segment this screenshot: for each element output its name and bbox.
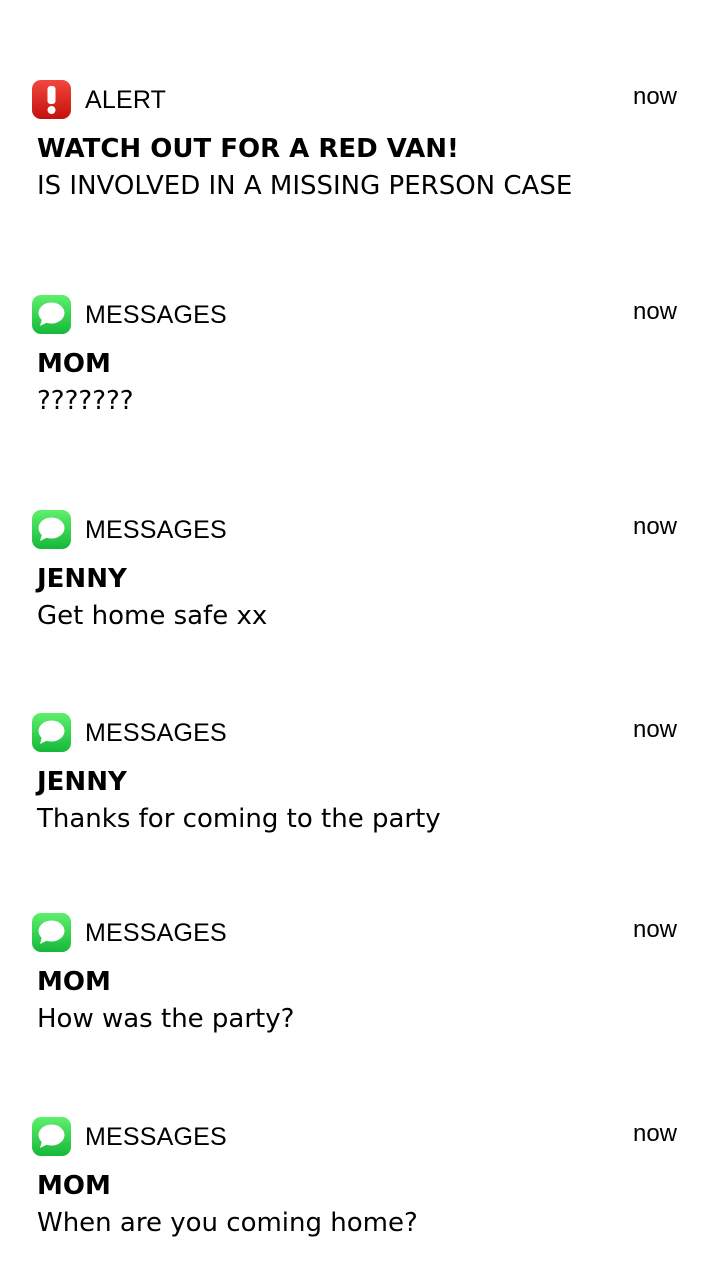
messages-icon [32, 713, 71, 752]
notification-message[interactable]: MESSAGES now JENNY Thanks for coming to … [0, 713, 720, 863]
app-name: MESSAGES [85, 516, 227, 544]
notification-title: WATCH OUT FOR A RED VAN! [37, 134, 459, 164]
timestamp: now [632, 716, 677, 743]
messages-icon [32, 913, 71, 952]
notification-alert[interactable]: ALERT now WATCH OUT FOR A RED VAN! IS IN… [0, 80, 720, 230]
notification-message[interactable]: MESSAGES now MOM How was the party? [0, 913, 720, 1063]
timestamp: now [632, 916, 677, 943]
timestamp: now [632, 298, 677, 325]
app-name: MESSAGES [85, 1123, 227, 1151]
timestamp: now [632, 1120, 677, 1147]
notification-title: MOM [37, 967, 111, 997]
messages-icon [32, 295, 71, 334]
notification-title: JENNY [37, 767, 127, 797]
alert-icon [32, 80, 71, 119]
notification-body: IS INVOLVED IN A MISSING PERSON CASE [37, 171, 573, 201]
timestamp: now [632, 83, 677, 110]
messages-icon [32, 510, 71, 549]
notification-body: How was the party? [37, 1004, 295, 1034]
notification-message[interactable]: MESSAGES now MOM When are you coming hom… [0, 1117, 720, 1267]
app-name: MESSAGES [85, 719, 227, 747]
messages-icon [32, 1117, 71, 1156]
notification-message[interactable]: MESSAGES now MOM ??????? [0, 295, 720, 445]
notification-body: ??????? [37, 386, 134, 416]
notification-title: JENNY [37, 564, 127, 594]
notification-body: Get home safe xx [37, 601, 268, 631]
notification-message[interactable]: MESSAGES now JENNY Get home safe xx [0, 510, 720, 660]
app-name: MESSAGES [85, 919, 227, 947]
notification-body: When are you coming home? [37, 1208, 418, 1238]
timestamp: now [632, 513, 677, 540]
app-name: ALERT [85, 86, 167, 114]
app-name: MESSAGES [85, 301, 227, 329]
notification-title: MOM [37, 349, 111, 379]
notification-title: MOM [37, 1171, 111, 1201]
notification-body: Thanks for coming to the party [37, 804, 441, 834]
